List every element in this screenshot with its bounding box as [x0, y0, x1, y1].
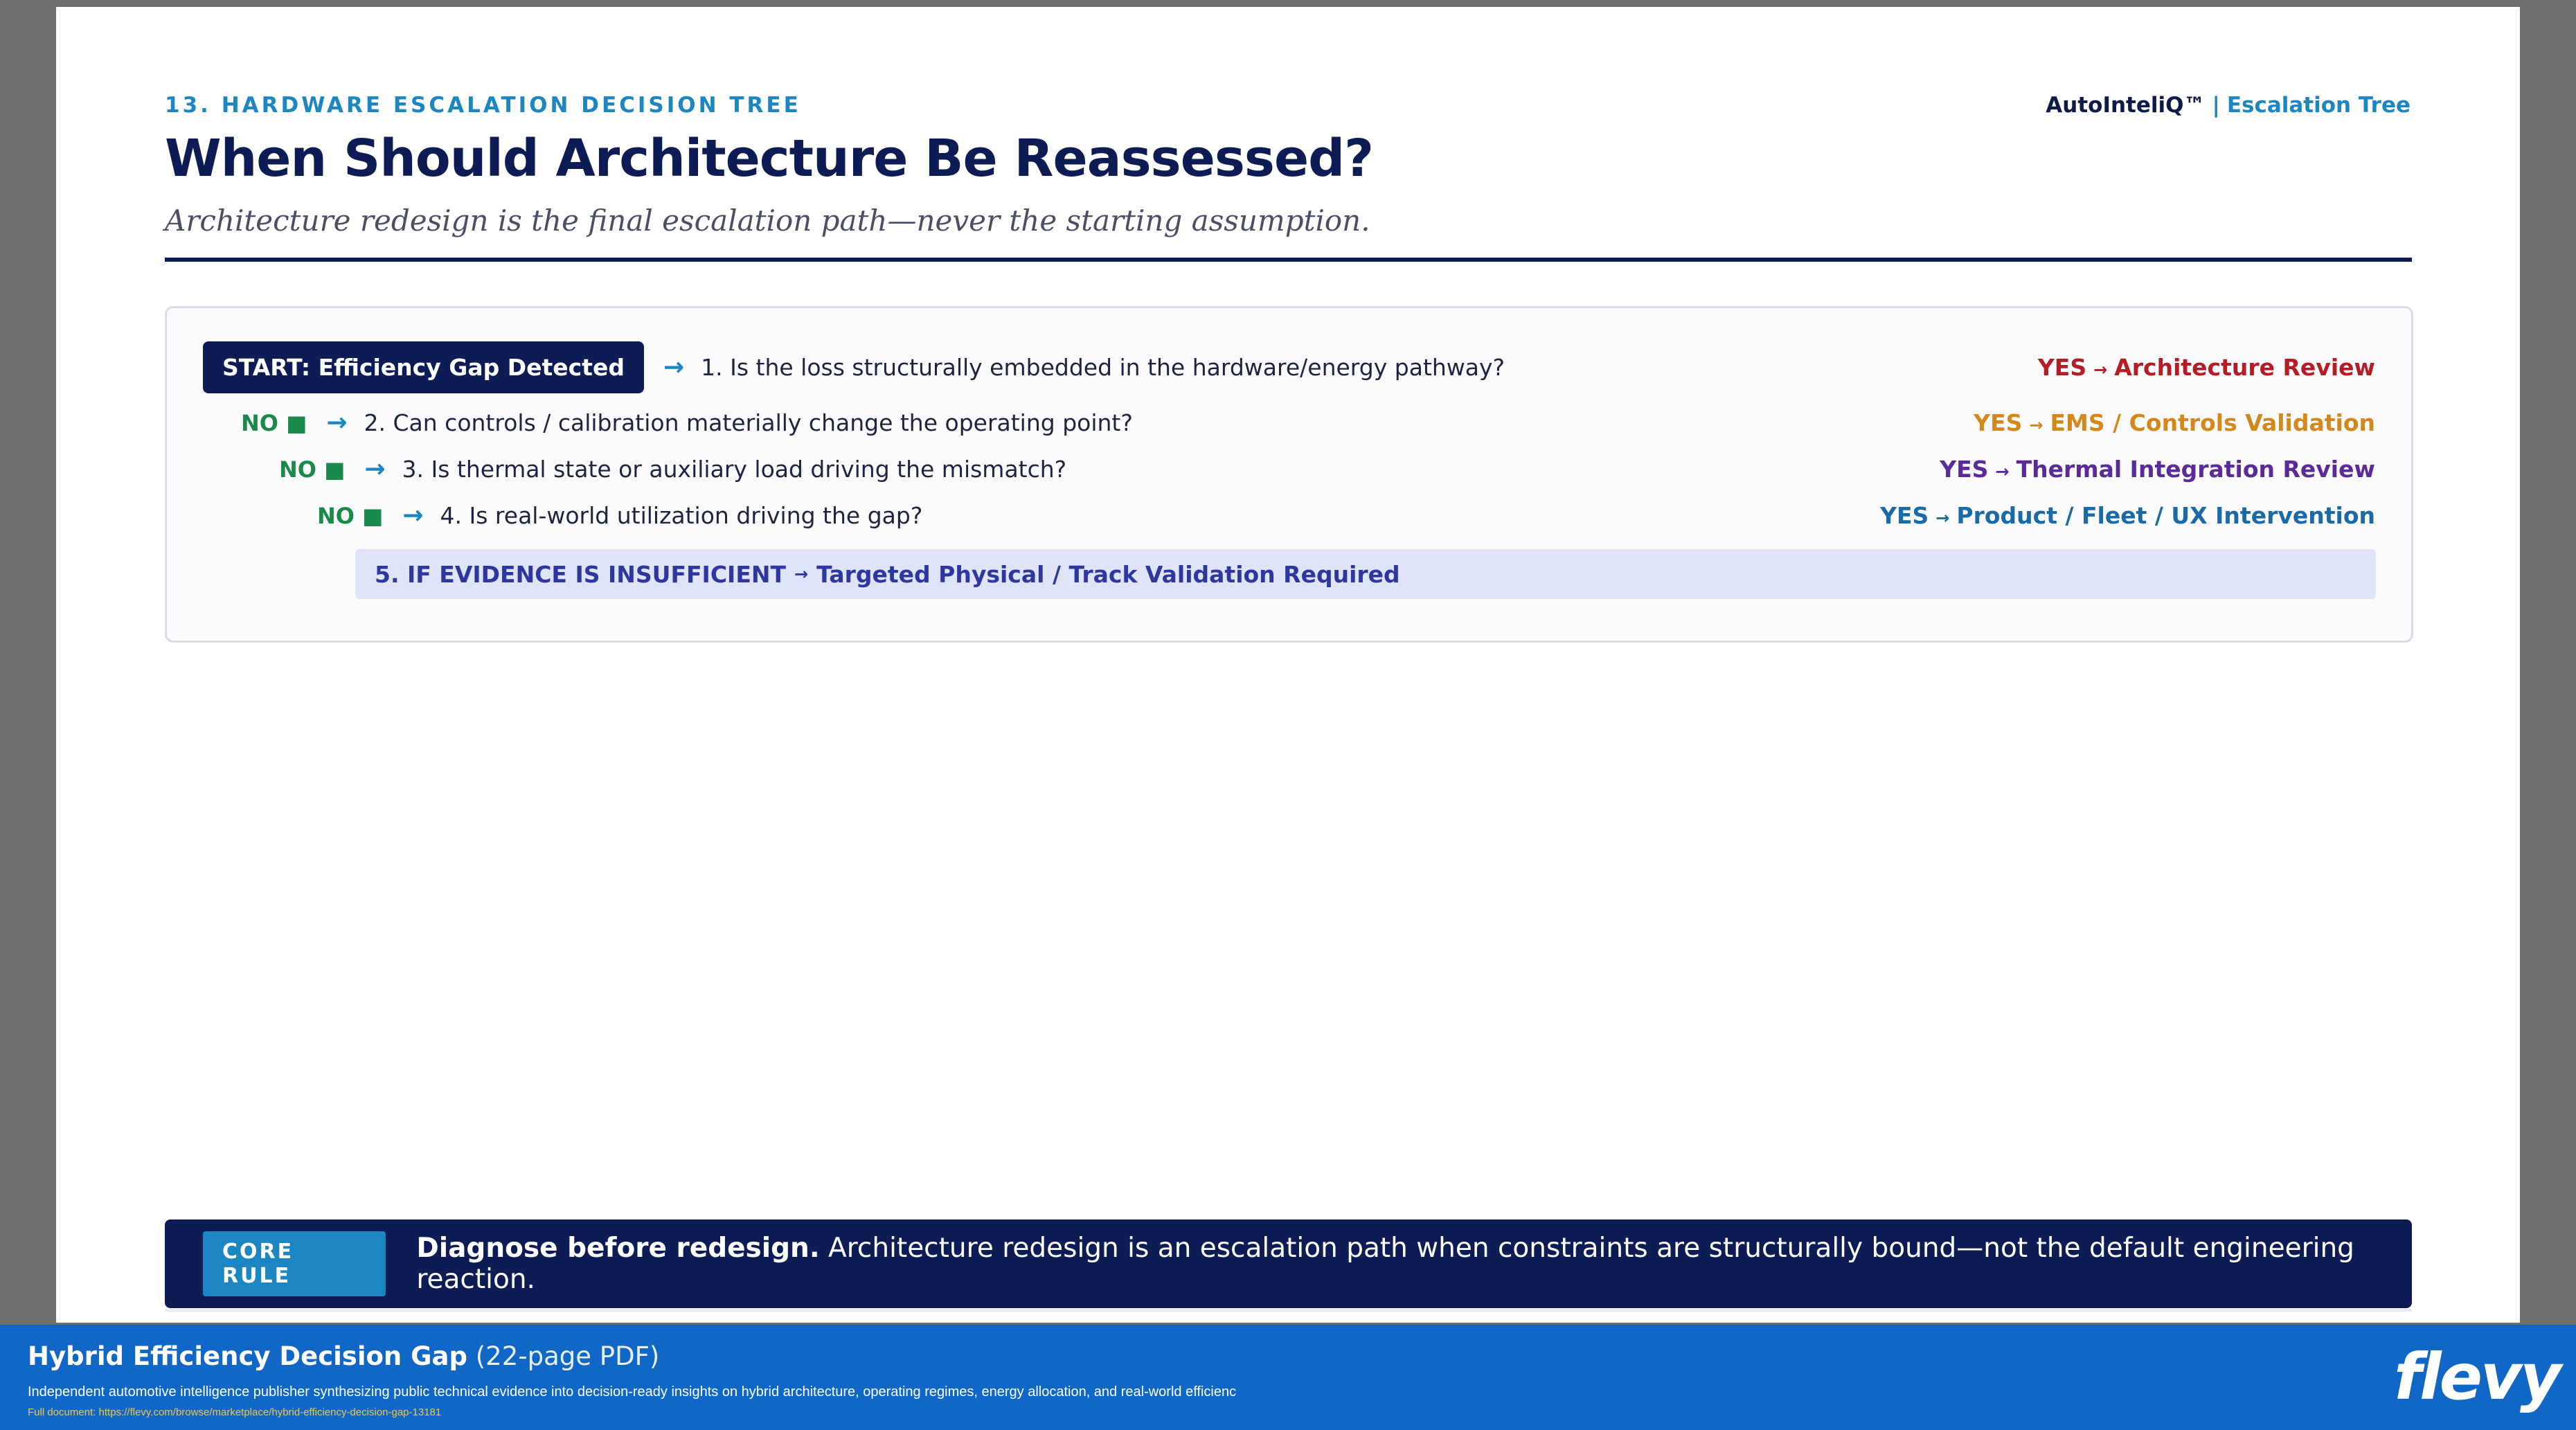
yes-arrow-icon: →: [2093, 360, 2108, 379]
doc-title[interactable]: Hybrid Efficiency Decision Gap: [28, 1341, 467, 1371]
tree-step-3: NO ■ → 3. Is thermal state or auxiliary …: [279, 455, 2411, 483]
footer-description: Independent automotive intelligence publ…: [28, 1384, 1237, 1400]
slide: 13. HARDWARE ESCALATION DECISION TREE Au…: [56, 7, 2520, 1323]
core-rule-lead: Diagnose before redesign.: [416, 1233, 820, 1264]
core-rule-underline: [165, 1309, 2412, 1312]
footer-doc-title[interactable]: Hybrid Efficiency Decision Gap (22-page …: [28, 1341, 659, 1371]
outcome-label: EMS / Controls Validation: [2050, 409, 2376, 436]
brand-subtitle: Escalation Tree: [2226, 93, 2410, 118]
tree-step-1: START: Efficiency Gap Detected → 1. Is t…: [203, 341, 2411, 393]
flevy-logo[interactable]: flevy: [2394, 1340, 2561, 1414]
footer-document-link[interactable]: Full document: https://flevy.com/browse/…: [28, 1406, 441, 1418]
start-node: START: Efficiency Gap Detected: [203, 341, 644, 393]
yes-label: YES: [1974, 409, 2023, 436]
brand-name: AutoInteliQ™: [2046, 93, 2206, 118]
brand-separator: |: [2212, 93, 2220, 118]
outcome-label: Architecture Review: [2114, 354, 2375, 381]
yes-arrow-icon: →: [2029, 415, 2043, 435]
core-rule-text: Diagnose before redesign. Architecture r…: [416, 1233, 2412, 1295]
core-rule-banner: CORE RULE Diagnose before redesign. Arch…: [165, 1219, 2412, 1308]
yes-label: YES: [2037, 354, 2087, 381]
yes-arrow-icon: →: [1935, 508, 1950, 528]
yes-label: YES: [1940, 456, 1989, 483]
page-subtitle: Architecture redesign is the final escal…: [165, 204, 1370, 238]
tree-step-2: NO ■ → 2. Can controls / calibration mat…: [241, 409, 2411, 437]
yes-arrow-icon: →: [1995, 462, 2010, 481]
yes-outcome-1: YES → Architecture Review: [2038, 354, 2375, 381]
yes-label: YES: [1880, 502, 1929, 529]
question-1: 1. Is the loss structurally embedded in …: [701, 354, 1505, 381]
doc-pages: (22-page PDF): [475, 1341, 660, 1371]
question-3: 3. Is thermal state or auxiliary load dr…: [402, 456, 1067, 483]
page-title: When Should Architecture Be Reassessed?: [165, 129, 1374, 188]
decision-tree-panel: START: Efficiency Gap Detected → 1. Is t…: [165, 306, 2413, 643]
evidence-condition: 5. IF EVIDENCE IS INSUFFICIENT: [375, 560, 786, 588]
brand-header: AutoInteliQ™ | Escalation Tree: [2046, 93, 2410, 118]
arrow-right-icon: →: [663, 353, 685, 382]
arrow-right-icon: →: [326, 409, 348, 437]
no-branch-label: NO ■: [279, 456, 346, 483]
no-branch-label: NO ■: [241, 409, 307, 436]
outcome-label: Thermal Integration Review: [2016, 456, 2375, 483]
question-4: 4. Is real-world utilization driving the…: [440, 502, 923, 529]
evidence-arrow-icon: →: [794, 564, 809, 584]
core-rule-badge: CORE RULE: [203, 1231, 386, 1296]
evidence-outcome: Targeted Physical / Track Validation Req…: [816, 560, 1400, 588]
tree-step-4: NO ■ → 4. Is real-world utilization driv…: [317, 501, 2411, 530]
question-2: 2. Can controls / calibration materially…: [364, 409, 1133, 436]
yes-outcome-3: YES → Thermal Integration Review: [1940, 456, 2375, 483]
document-footer-bar: Hybrid Efficiency Decision Gap (22-page …: [0, 1325, 2576, 1430]
yes-outcome-4: YES → Product / Fleet / UX Intervention: [1880, 502, 2375, 529]
no-branch-label: NO ■: [317, 502, 384, 529]
arrow-right-icon: →: [402, 501, 424, 530]
title-divider: [165, 258, 2412, 262]
arrow-right-icon: →: [364, 455, 386, 483]
outcome-label: Product / Fleet / UX Intervention: [1956, 502, 2375, 529]
section-tag: 13. HARDWARE ESCALATION DECISION TREE: [165, 93, 801, 118]
evidence-fallback-bar: 5. IF EVIDENCE IS INSUFFICIENT → Targeted …: [355, 549, 2376, 599]
yes-outcome-2: YES → EMS / Controls Validation: [1974, 409, 2375, 436]
